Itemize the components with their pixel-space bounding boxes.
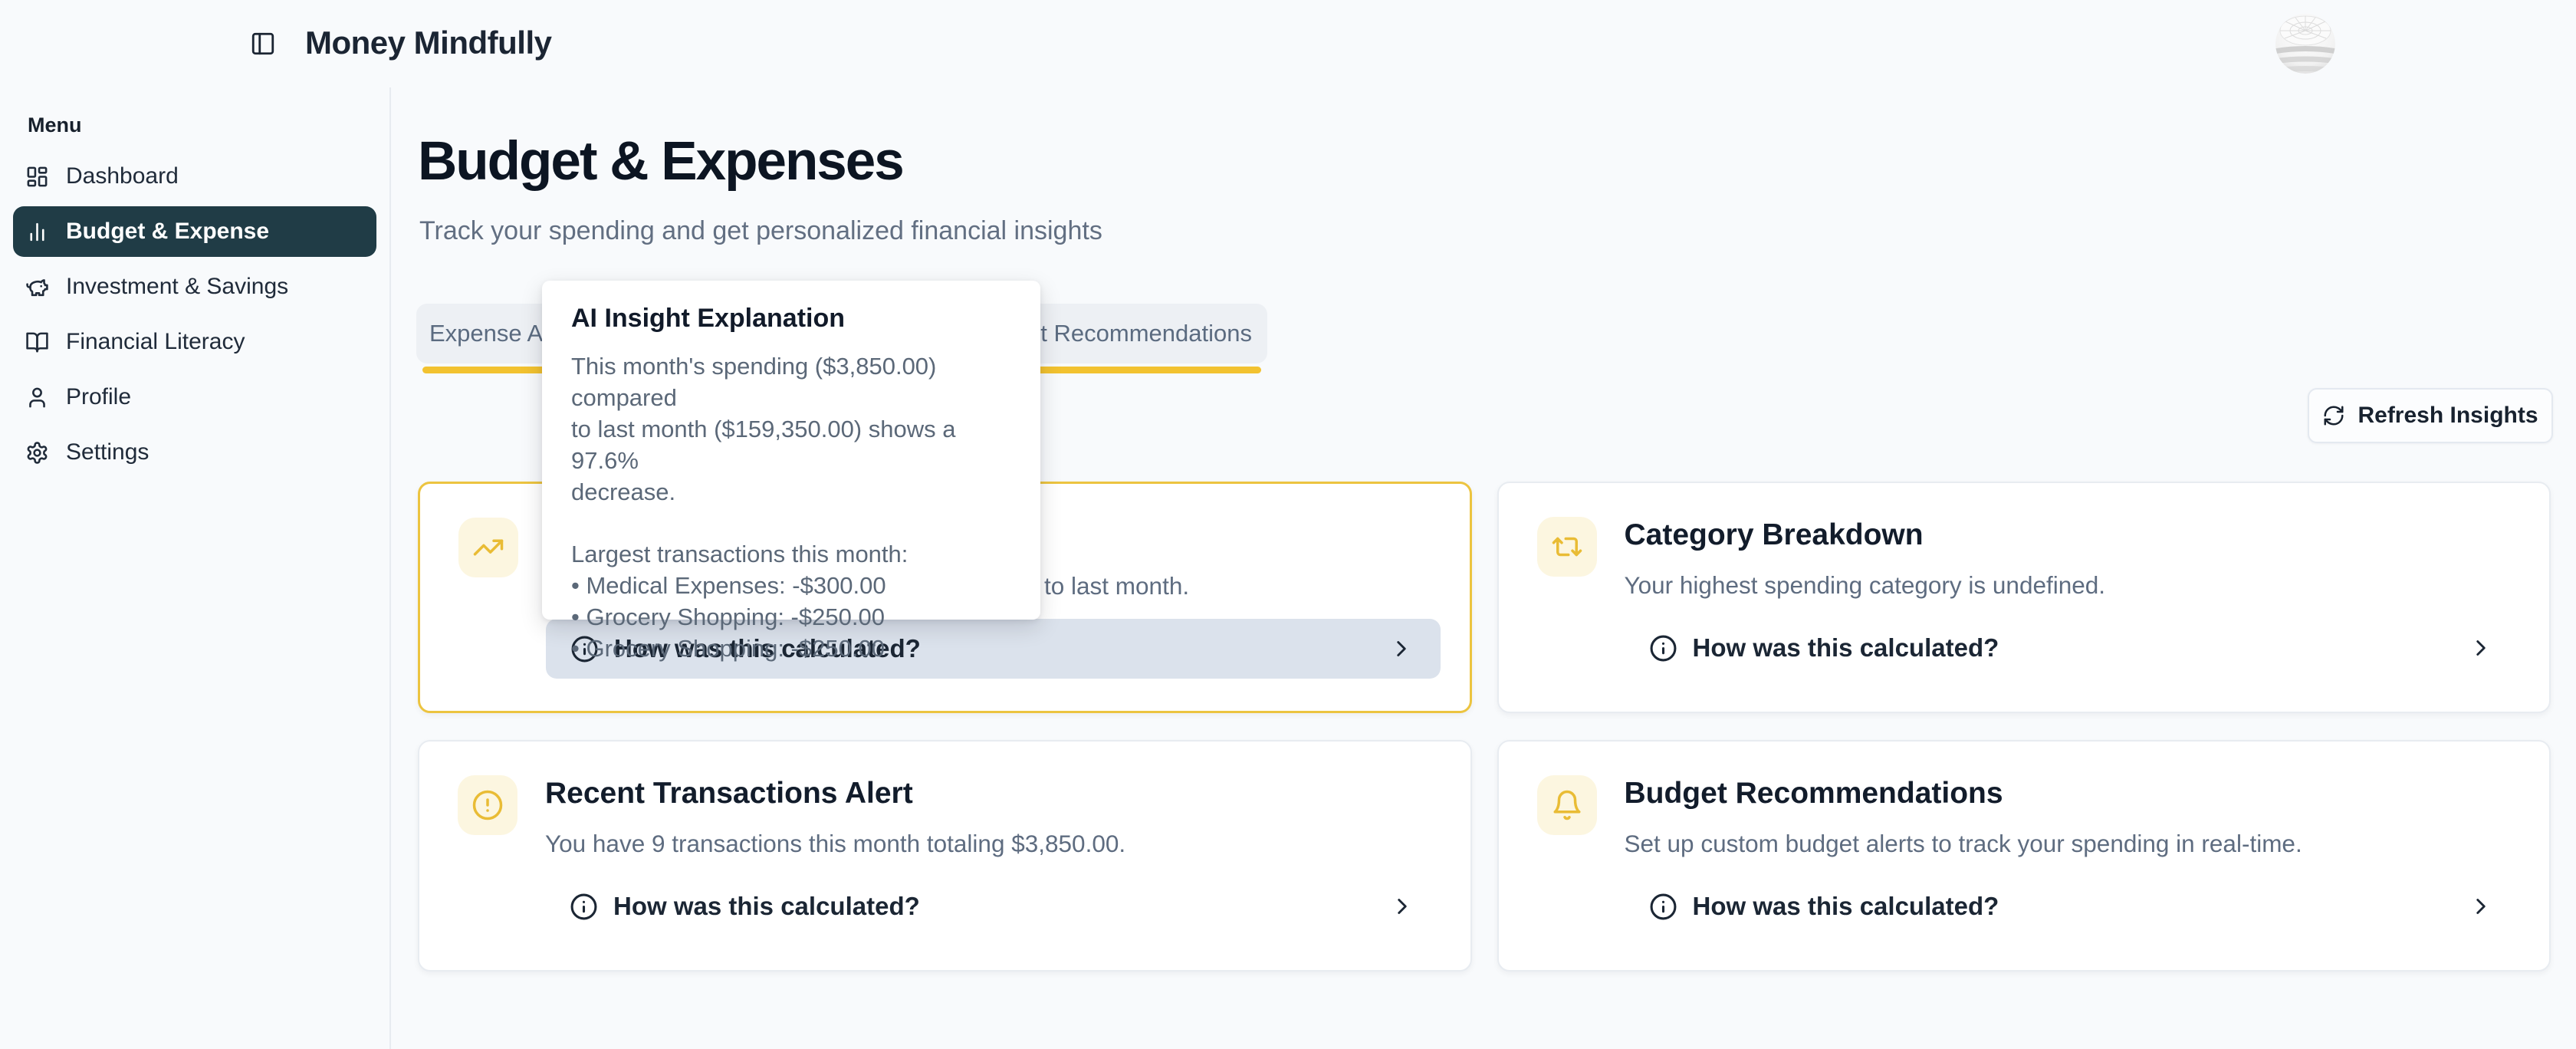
card-icon-box [1537, 775, 1597, 835]
sidebar-toggle-button[interactable] [248, 29, 278, 58]
sidebar-item-profile[interactable]: Profile [13, 372, 376, 423]
chevron-right-icon [1388, 636, 1414, 662]
card-title: Recent Transactions Alert [545, 778, 1441, 809]
layout-dashboard-icon [25, 165, 49, 189]
sidebar-item-settings[interactable]: Settings [13, 427, 376, 478]
bar-chart-icon [25, 220, 49, 244]
sidebar-item-label: Profile [66, 384, 131, 410]
card-title: Category Breakdown [1625, 520, 2521, 551]
sidebar-item-financial-literacy[interactable]: Financial Literacy [13, 317, 376, 367]
gear-icon [25, 441, 49, 465]
card-description: You have 9 transactions this month total… [545, 827, 1441, 860]
card-icon-box [458, 518, 518, 577]
chevron-right-icon [2468, 893, 2494, 919]
sidebar-item-label: Settings [66, 439, 149, 465]
how-calculated-label: How was this calculated? [1693, 633, 1999, 663]
card-content: Recent Transactions Alert You have 9 tra… [545, 775, 1441, 970]
card-description: Set up custom budget alerts to track you… [1625, 827, 2521, 860]
how-calculated-label: How was this calculated? [613, 892, 920, 921]
sidebar-item-label: Investment & Savings [66, 274, 288, 300]
refresh-insights-button[interactable]: Refresh Insights [2308, 388, 2553, 443]
panel-left-icon [250, 31, 276, 57]
chevron-right-icon [2468, 635, 2494, 661]
card-title: Budget Recommendations [1625, 778, 2521, 809]
repeat-icon [1551, 531, 1583, 563]
info-icon [1649, 893, 1677, 921]
sidebar-item-dashboard[interactable]: Dashboard [13, 151, 376, 202]
card-recent-transactions: Recent Transactions Alert You have 9 tra… [418, 740, 1472, 972]
card-category-breakdown: Category Breakdown Your highest spending… [1497, 482, 2551, 713]
card-icon-box [1537, 517, 1597, 577]
card-content: Category Breakdown Your highest spending… [1625, 517, 2521, 712]
info-icon [1649, 634, 1677, 663]
sidebar: Menu Dashboard Budget & Expense Investme… [0, 87, 391, 1049]
piggy-bank-icon [25, 275, 49, 299]
card-budget-recommendations: Budget Recommendations Set up custom bud… [1497, 740, 2551, 972]
how-calculated-label: How was this calculated? [1693, 892, 1999, 921]
sidebar-item-budget-expense[interactable]: Budget & Expense [13, 206, 376, 257]
app-screen: Money Mindfully [0, 0, 2576, 1049]
chevron-right-icon [1389, 893, 1415, 919]
sidebar-nav: Dashboard Budget & Expense Investment & … [0, 151, 389, 478]
trending-up-icon [472, 531, 504, 564]
sidebar-item-label: Dashboard [66, 163, 179, 189]
card-icon-box [458, 775, 518, 835]
info-icon [570, 893, 598, 921]
book-open-icon [25, 330, 49, 354]
how-calculated-button[interactable]: How was this calculated? [1625, 876, 2521, 936]
user-icon [25, 386, 49, 409]
card-description: Your highest spending category is undefi… [1625, 569, 2521, 601]
app-title: Money Mindfully [305, 25, 552, 61]
tooltip-title: AI Insight Explanation [571, 304, 1011, 334]
alert-circle-icon [472, 789, 504, 821]
how-calculated-button[interactable]: How was this calculated? [1625, 618, 2521, 678]
ai-insight-tooltip: AI Insight Explanation This month's spen… [542, 281, 1040, 620]
card-content: Budget Recommendations Set up custom bud… [1625, 775, 2521, 970]
avatar[interactable] [2275, 14, 2335, 74]
tooltip-paragraph: This month's spending ($3,850.00) compar… [571, 350, 1011, 508]
sidebar-menu-label: Menu [28, 113, 389, 137]
sidebar-item-investment-savings[interactable]: Investment & Savings [13, 261, 376, 312]
refresh-insights-label: Refresh Insights [2358, 403, 2538, 429]
dome-avatar-image [2275, 14, 2335, 74]
page-title: Budget & Expenses [418, 130, 903, 192]
tooltip-transactions-list: Largest transactions this month: • Medic… [571, 538, 1011, 664]
top-header: Money Mindfully [0, 0, 2576, 87]
sidebar-item-label: Budget & Expense [66, 219, 269, 245]
refresh-icon [2322, 404, 2345, 427]
sidebar-item-label: Financial Literacy [66, 329, 245, 355]
how-calculated-button[interactable]: How was this calculated? [545, 876, 1441, 936]
bell-icon [1551, 789, 1583, 821]
page-subtitle: Track your spending and get personalized… [419, 216, 1102, 246]
